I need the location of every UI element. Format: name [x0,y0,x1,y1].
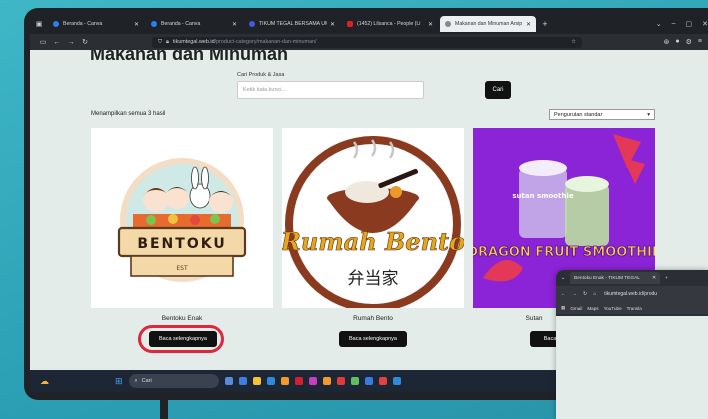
monitor-stand [160,400,168,419]
page-title: Makanan dan Minuman [90,50,289,64]
forward-icon[interactable]: → [572,291,577,297]
inset-tab-bar: ⌄ Bentoku Enak - TIKUM TEGAL ✕ + [556,270,708,286]
browser-tab[interactable]: TIKUM TEGAL BERSAMA UMKM ✕ [244,16,340,32]
reload-icon[interactable]: ↻ [78,38,92,46]
bentoku-logo-text: BENTOKU [137,236,226,252]
inset-browser-window: ⌄ Bentoku Enak - TIKUM TEGAL ✕ + ← → ↻ ⌂… [556,270,708,419]
spotify-icon[interactable] [350,377,359,385]
taskbar-search[interactable]: ⌕ Cari [128,374,219,388]
browser-nav-bar: ▭ ← → ↻ ⛉ 🔒︎ tikumtegal.web.id/product-c… [30,34,708,50]
inset-tab[interactable]: Bentoku Enak - TIKUM TEGAL ✕ [570,272,661,284]
product-name[interactable]: Bentoku Enak [91,315,273,322]
browser-tab[interactable]: Beranda - Canva ✕ [48,16,144,32]
close-icon[interactable]: ✕ [232,21,237,28]
extensions-icon[interactable]: ⚙ [686,38,692,46]
bookmark-translate[interactable]: Transla [627,306,642,311]
inset-bookmarks-bar: ▦ Gmail Maps YouTube Transla [556,302,708,314]
product-name[interactable]: Rumah Bento [282,315,464,322]
window-controls: ⌄ – ▢ ✕ [656,20,708,28]
inset-address-bar[interactable]: tikumtegal.web.id/produ [604,291,657,297]
inset-page [556,316,708,419]
star-icon[interactable]: ☆ [571,39,576,45]
bentoku-logo-sub: EST [176,265,188,272]
toolbar-icons: ⊛ ● ⚙ ≡ [664,38,702,46]
maximize-icon[interactable]: ▢ [686,20,693,28]
new-tab-icon[interactable]: + [538,19,552,29]
firefox-icon[interactable] [280,377,289,385]
word-icon[interactable] [364,377,373,385]
bookmark-gmail[interactable]: Gmail [570,306,582,311]
bookmark-maps[interactable]: Maps [587,306,598,311]
search-button[interactable]: Cari [485,81,511,99]
tab-actions-icon[interactable]: ▣ [30,20,48,28]
browser-tab-bar: ▣ Beranda - Canva ✕ Beranda - Canva ✕ TI… [30,14,708,34]
sutan-logo-text: DRAGON FRUIT SMOOTHIE [473,245,655,260]
canva-favicon-icon [151,21,157,27]
product-image-bentoku[interactable]: BENTOKU EST [91,128,273,308]
edge-icon[interactable] [266,377,275,385]
highlight-circle [138,325,224,353]
chevron-down-icon: ▾ [647,111,650,118]
sidebar-icon[interactable]: ▭ [36,38,50,46]
home-icon[interactable]: ⌂ [593,291,596,297]
account-icon[interactable]: ● [675,38,679,46]
shield-icon: ⛉ [158,38,163,45]
sutan-logo-sub: sutan smoothie [512,192,573,200]
site-favicon-icon [249,21,255,27]
search-icon: ⌕ [134,377,138,384]
widgets-icon[interactable] [238,377,247,385]
search-label: Cari Produk & Jasa [237,72,285,78]
page-favicon-icon [445,21,451,27]
close-window-icon[interactable]: ✕ [702,20,708,28]
chrome-icon[interactable] [322,377,331,385]
task-view-icon[interactable] [224,377,233,385]
new-tab-icon[interactable]: + [665,276,668,281]
reload-icon[interactable]: ↻ [583,291,587,297]
read-more-button[interactable]: Baca selengkapnya [339,331,407,347]
pocket-icon[interactable]: ⊛ [664,38,670,46]
close-icon[interactable]: ✕ [134,21,139,28]
rumah-bento-logo-text: Rumah Bento [282,227,464,256]
close-icon[interactable]: ✕ [652,276,656,281]
windows-start-icon[interactable]: ⊞ [115,376,123,387]
rumah-bento-logo-sub: 弁当家 [348,269,399,289]
file-explorer-icon[interactable] [252,377,261,385]
browser-tab[interactable]: Beranda - Canva ✕ [146,16,242,32]
browser-tab-active[interactable]: Makanan dan Minuman Arsip ✕ [440,16,536,32]
menu-icon[interactable]: ≡ [698,38,702,46]
product-image-rumah-bento[interactable]: Rumah Bento 弁当家 [282,128,464,308]
app-icon[interactable] [378,377,387,385]
telegram-icon[interactable] [392,377,401,385]
address-bar[interactable]: ⛉ 🔒︎ tikumtegal.web.id/product-category/… [152,36,582,48]
app-icon[interactable] [294,377,303,385]
apps-icon[interactable]: ▦ [561,305,565,311]
chevron-down-icon[interactable]: ⌄ [561,276,565,281]
minimize-icon[interactable]: – [672,20,676,28]
lock-icon: 🔒︎ [166,38,169,45]
close-icon[interactable]: ✕ [330,21,335,28]
back-icon[interactable]: ← [561,291,566,297]
youtube-favicon-icon [347,21,353,27]
inset-nav-bar: ← → ↻ ⌂ tikumtegal.web.id/produ [556,286,708,302]
instagram-icon[interactable] [308,377,317,385]
chevron-down-icon[interactable]: ⌄ [656,20,662,28]
browser-icon[interactable] [336,377,345,385]
sort-select[interactable]: Pengurutan standar ▾ [549,109,655,120]
forward-icon[interactable]: → [64,39,78,46]
back-icon[interactable]: ← [50,39,64,46]
search-input[interactable]: Ketik kata kunci... [237,81,424,99]
browser-tab[interactable]: (1452) Lilsanca - People (Li ✕ [342,16,438,32]
results-count: Menampilkan semua 3 hasil [91,111,166,117]
close-icon[interactable]: ✕ [526,21,531,28]
bookmark-youtube[interactable]: YouTube [604,306,622,311]
weather-icon[interactable]: ☁ [40,376,49,387]
close-icon[interactable]: ✕ [428,21,433,28]
canva-favicon-icon [53,21,59,27]
